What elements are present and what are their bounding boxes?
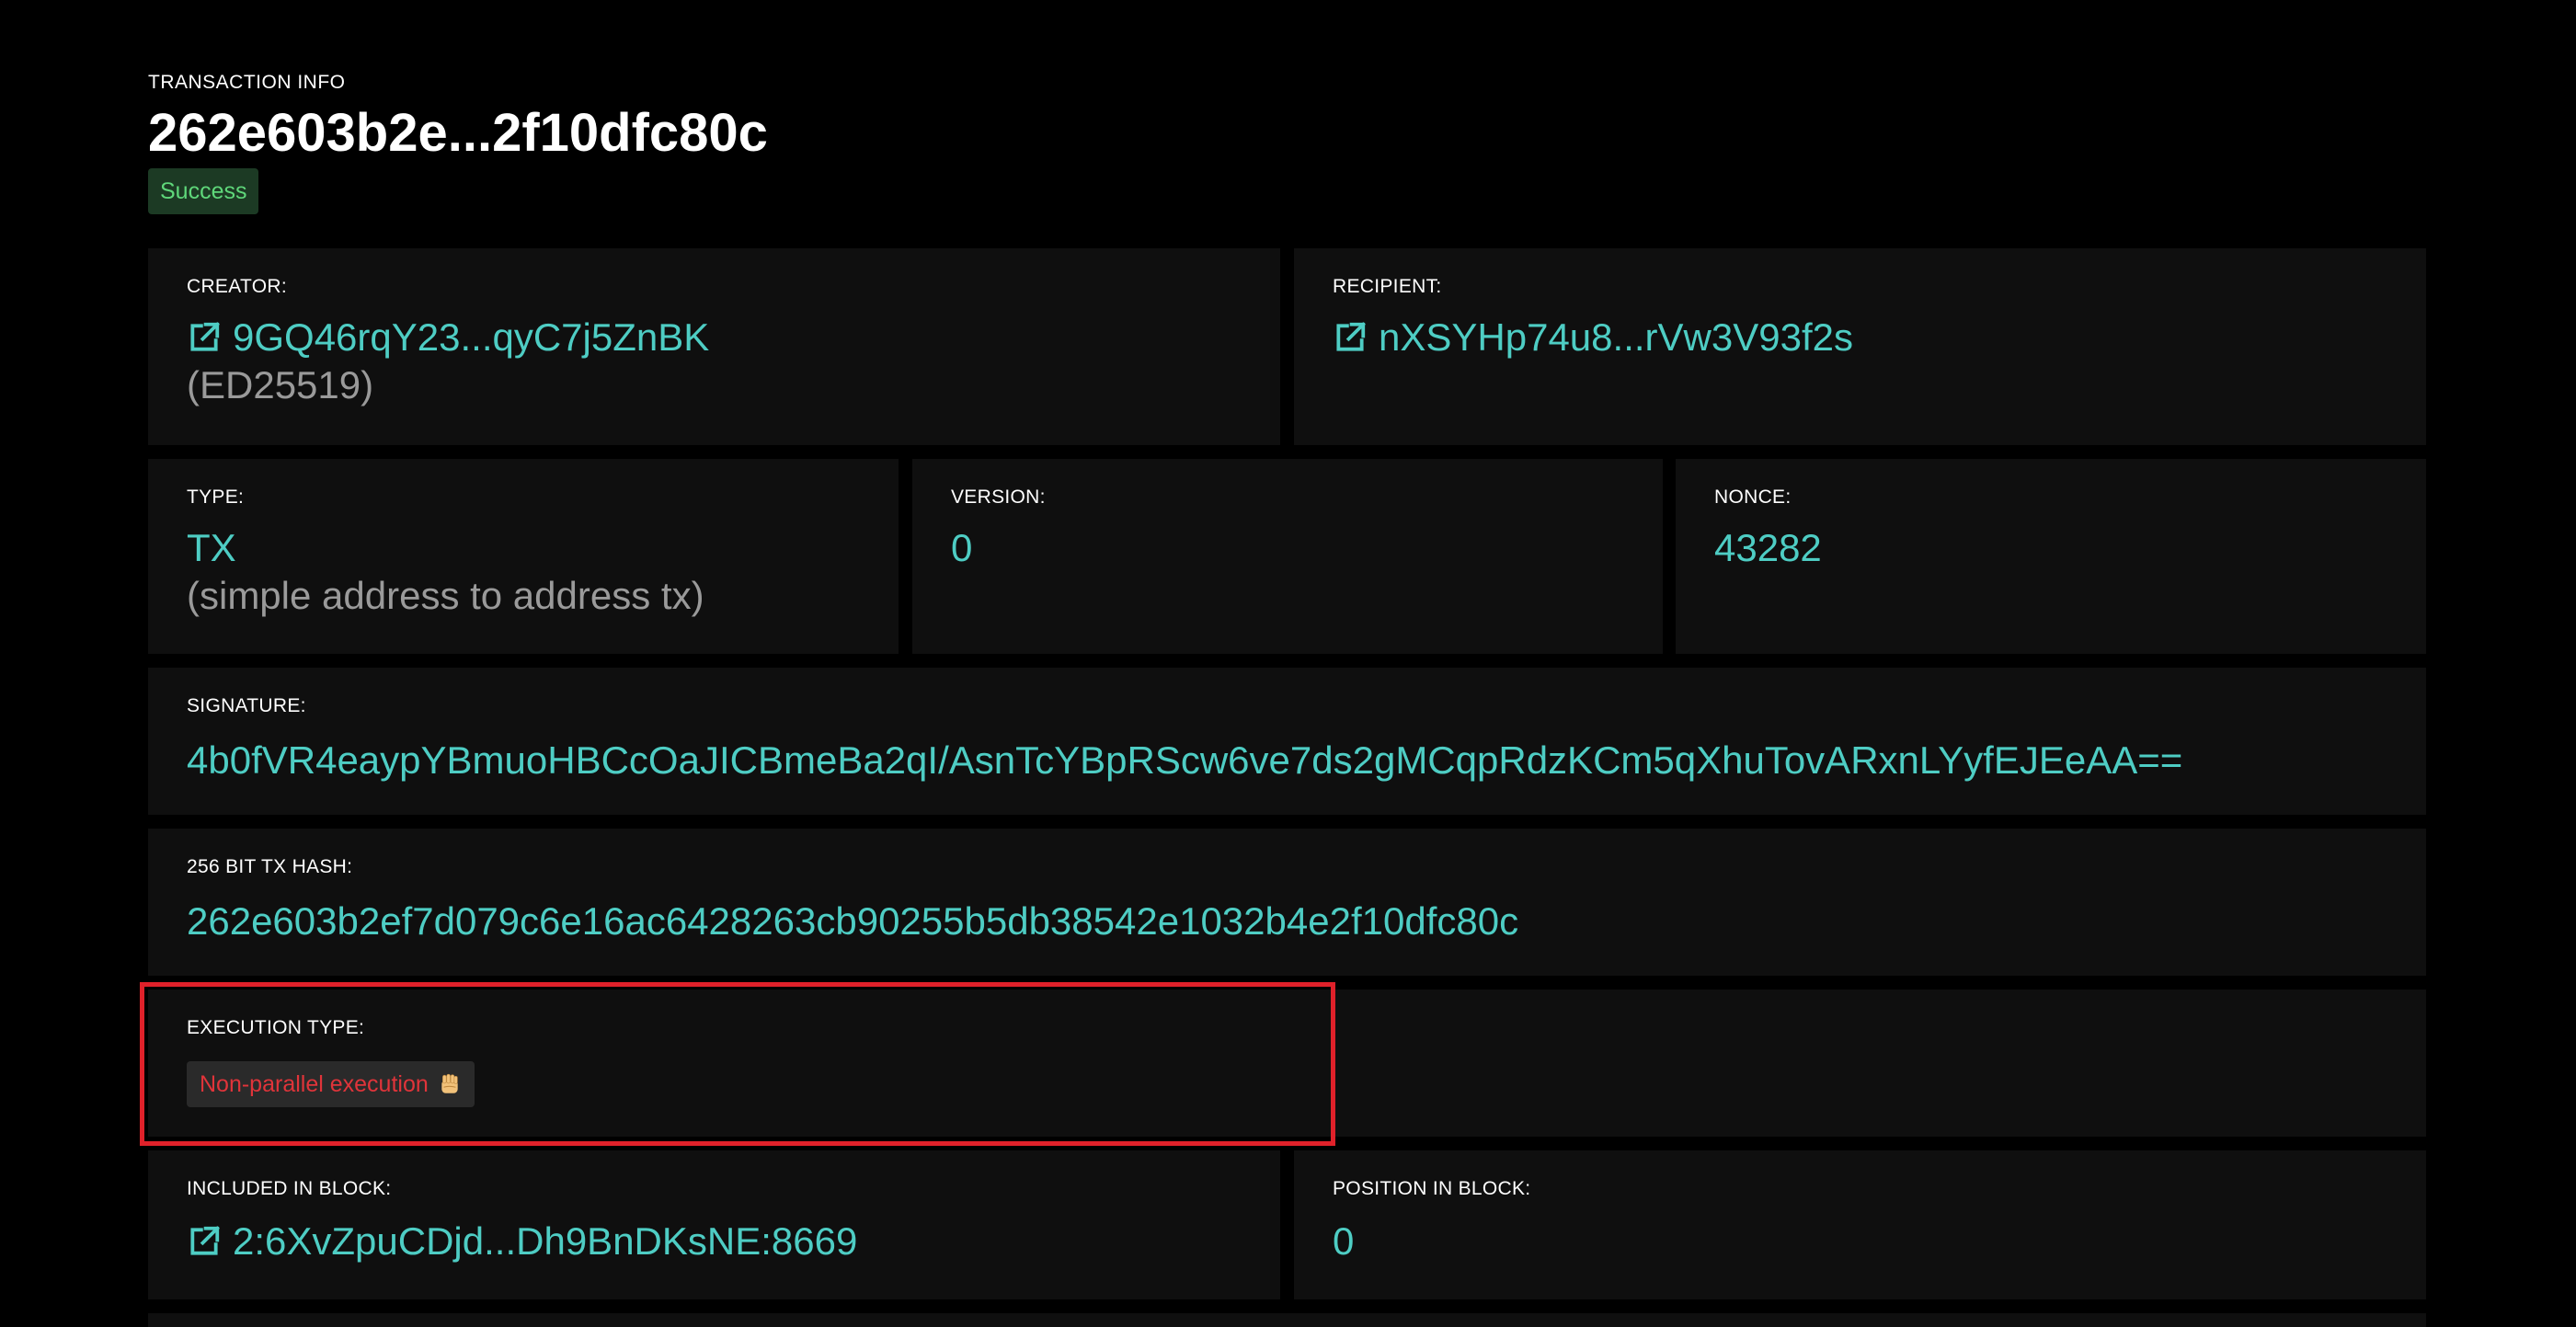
raised-fist-emoji-icon xyxy=(438,1072,462,1096)
recipient-address: nXSYHp74u8...rVw3V93f2s xyxy=(1379,315,1853,359)
signature-card: SIGNATURE: 4b0fVR4eaypYBmuoHBCcOaJICBmeB… xyxy=(148,668,2426,815)
recipient-label: RECIPIENT: xyxy=(1333,276,1442,297)
nonce-value: 43282 xyxy=(1714,526,1822,569)
version-value: 0 xyxy=(951,526,973,569)
external-link-icon xyxy=(187,320,222,355)
type-card: TYPE: TX (simple address to address tx) xyxy=(148,459,899,654)
type-value: TX xyxy=(187,526,236,569)
block-link[interactable]: 2:6XvZpuCDjd...Dh9BnDKsNE:8669 xyxy=(187,1218,857,1264)
recipient-card: RECIPIENT: nXSYHp74u8...rVw3V93f2s xyxy=(1294,248,2426,445)
block-card: INCLUDED IN BLOCK: 2:6XvZpuCDjd...Dh9BnD… xyxy=(148,1150,1280,1299)
block-id: 2:6XvZpuCDjd...Dh9BnDKsNE:8669 xyxy=(233,1219,858,1263)
next-card xyxy=(148,1313,2426,1327)
version-label: VERSION: xyxy=(951,486,1046,508)
creator-key-type: (ED25519) xyxy=(187,363,374,406)
creator-link[interactable]: 9GQ46rqY23...qyC7j5ZnBK xyxy=(187,315,709,360)
tx-hash-card: 256 BIT TX HASH: 262e603b2ef7d079c6e16ac… xyxy=(148,829,2426,976)
tx-hash-value: 262e603b2ef7d079c6e16ac6428263cb90255b5d… xyxy=(187,899,1519,943)
position-label: POSITION IN BLOCK: xyxy=(1333,1178,1531,1199)
block-label: INCLUDED IN BLOCK: xyxy=(187,1178,392,1199)
signature-label: SIGNATURE: xyxy=(187,695,306,716)
execution-type-badge: Non-parallel execution xyxy=(187,1061,475,1107)
tx-hash-label: 256 BIT TX HASH: xyxy=(187,856,353,877)
nonce-label: NONCE: xyxy=(1714,486,1792,508)
transaction-page: TRANSACTION INFO 262e603b2e...2f10dfc80c… xyxy=(0,0,2576,1327)
execution-type-card: EXECUTION TYPE: Non-parallel execution xyxy=(148,990,2426,1137)
position-value: 0 xyxy=(1333,1219,1355,1263)
status-badge: Success xyxy=(148,168,259,214)
signature-value: 4b0fVR4eaypYBmuoHBCcOaJICBmeBa2qI/AsnTcY… xyxy=(187,738,2183,782)
type-label: TYPE: xyxy=(187,486,245,508)
external-link-icon xyxy=(1333,320,1368,355)
creator-card: CREATOR: 9GQ46rqY23...qyC7j5ZnBK (ED2551… xyxy=(148,248,1280,445)
type-description: (simple address to address tx) xyxy=(187,574,704,617)
external-link-icon xyxy=(187,1224,222,1259)
position-card: POSITION IN BLOCK: 0 xyxy=(1294,1150,2426,1299)
page-eyebrow: TRANSACTION INFO xyxy=(148,72,346,93)
execution-type-label: EXECUTION TYPE: xyxy=(187,1017,365,1038)
execution-type-value: Non-parallel execution xyxy=(200,1070,429,1097)
recipient-link[interactable]: nXSYHp74u8...rVw3V93f2s xyxy=(1333,315,1853,360)
page-title: 262e603b2e...2f10dfc80c xyxy=(148,103,768,163)
creator-label: CREATOR: xyxy=(187,276,287,297)
creator-address: 9GQ46rqY23...qyC7j5ZnBK xyxy=(233,315,710,359)
version-card: VERSION: 0 xyxy=(912,459,1663,654)
nonce-card: NONCE: 43282 xyxy=(1676,459,2426,654)
